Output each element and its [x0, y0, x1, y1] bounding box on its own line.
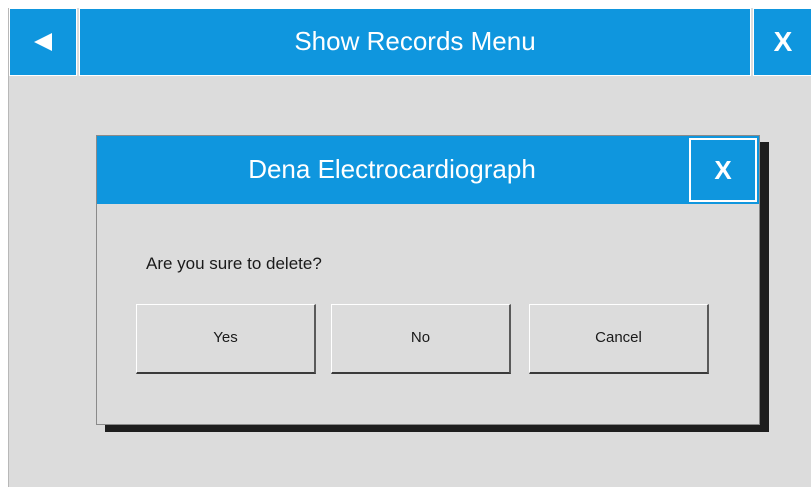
close-button[interactable]: X — [753, 8, 811, 76]
no-button[interactable]: No — [331, 304, 511, 374]
confirm-dialog: Dena Electrocardiograph X Are you sure t… — [96, 135, 760, 425]
back-button[interactable] — [9, 8, 77, 76]
yes-button[interactable]: Yes — [136, 304, 316, 374]
dialog-header: Dena Electrocardiograph X — [97, 136, 759, 204]
cancel-button[interactable]: Cancel — [529, 304, 709, 374]
top-bar: Show Records Menu X — [9, 8, 811, 76]
dialog-title: Dena Electrocardiograph — [248, 154, 536, 184]
screen: Show Records Menu X Dena Electrocardiogr… — [8, 8, 811, 487]
page-title: Show Records Menu — [79, 8, 751, 76]
left-triangle-icon — [34, 33, 52, 51]
dialog-message: Are you sure to delete? — [146, 254, 322, 273]
dialog-close-button[interactable]: X — [689, 138, 757, 202]
